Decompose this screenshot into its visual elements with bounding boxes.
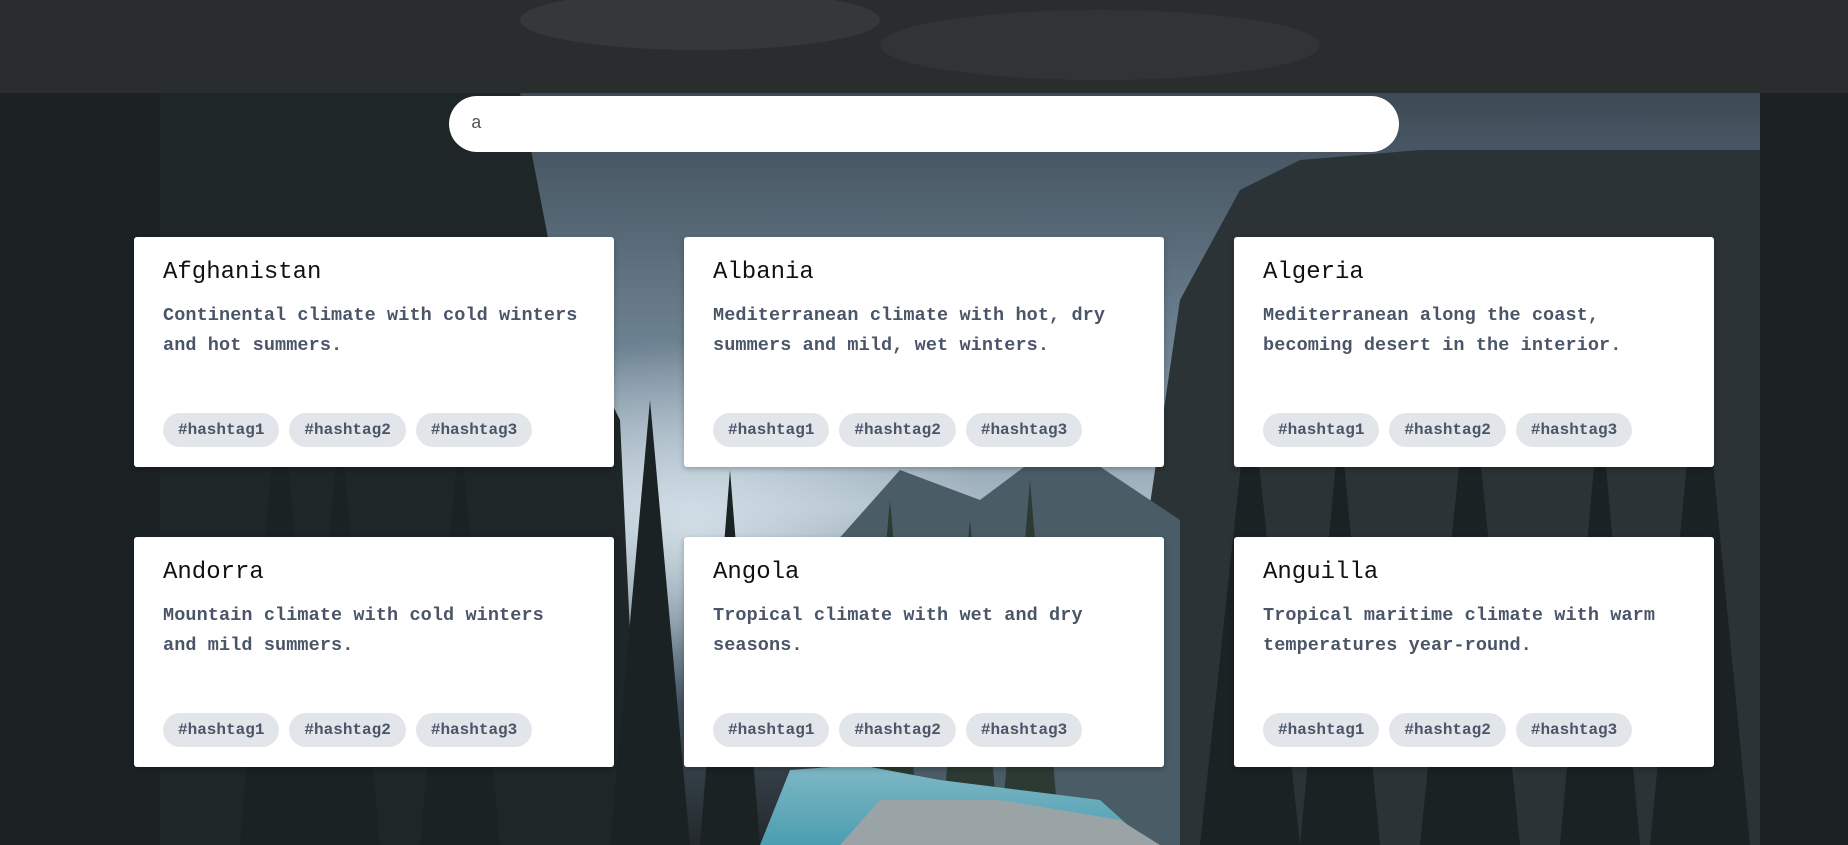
hashtag-chip[interactable]: #hashtag3 [965,413,1083,447]
hashtag-chip[interactable]: #hashtag2 [1389,713,1506,747]
card-title: Afghanistan [163,259,322,286]
hashtag-chip[interactable]: #hashtag2 [289,713,406,747]
country-card-grid: Afghanistan Continental climate with col… [134,237,1714,767]
card-description: Continental climate with cold winters an… [163,304,578,356]
country-card: Albania Mediterranean climate with hot, … [684,237,1164,467]
tag-list: #hashtag1 #hashtag2 #hashtag3 [163,413,533,447]
hashtag-chip[interactable]: #hashtag1 [163,413,280,447]
hashtag-chip[interactable]: #hashtag1 [1263,413,1380,447]
search-bar [449,96,1399,152]
hashtag-chip[interactable]: #hashtag1 [713,413,830,447]
country-card: Anguilla Tropical maritime climate with … [1234,537,1714,767]
card-title: Algeria [1263,259,1364,286]
hashtag-chip[interactable]: #hashtag3 [1515,413,1633,447]
card-description: Tropical maritime climate with warm temp… [1263,604,1656,656]
tag-list: #hashtag1 #hashtag2 #hashtag3 [1263,713,1633,747]
hashtag-chip[interactable]: #hashtag3 [415,413,533,447]
card-description: Mediterranean along the coast, becoming … [1263,304,1622,356]
country-card: Algeria Mediterranean along the coast, b… [1234,237,1714,467]
hashtag-chip[interactable]: #hashtag1 [713,713,830,747]
hashtag-chip[interactable]: #hashtag2 [1389,413,1506,447]
card-description: Mountain climate with cold winters and m… [163,604,544,656]
search-input[interactable] [449,96,1399,152]
hashtag-chip[interactable]: #hashtag3 [1515,713,1633,747]
card-title: Anguilla [1263,559,1379,586]
hashtag-chip[interactable]: #hashtag3 [965,713,1083,747]
card-title: Andorra [163,559,264,586]
tag-list: #hashtag1 #hashtag2 #hashtag3 [163,713,533,747]
hashtag-chip[interactable]: #hashtag2 [839,713,956,747]
card-description: Tropical climate with wet and dry season… [713,604,1083,656]
country-card: Andorra Mountain climate with cold winte… [134,537,614,767]
card-description: Mediterranean climate with hot, dry summ… [713,304,1106,356]
hashtag-chip[interactable]: #hashtag1 [163,713,280,747]
card-title: Angola [713,559,800,586]
card-title: Albania [713,259,814,286]
hashtag-chip[interactable]: #hashtag3 [415,713,533,747]
hashtag-chip[interactable]: #hashtag1 [1263,713,1380,747]
tag-list: #hashtag1 #hashtag2 #hashtag3 [1263,413,1633,447]
hashtag-chip[interactable]: #hashtag2 [289,413,406,447]
tag-list: #hashtag1 #hashtag2 #hashtag3 [713,713,1083,747]
country-card: Angola Tropical climate with wet and dry… [684,537,1164,767]
hashtag-chip[interactable]: #hashtag2 [839,413,956,447]
country-card: Afghanistan Continental climate with col… [134,237,614,467]
tag-list: #hashtag1 #hashtag2 #hashtag3 [713,413,1083,447]
